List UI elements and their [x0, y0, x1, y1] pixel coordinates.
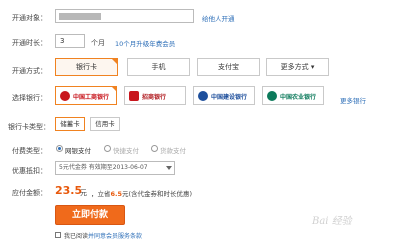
ccb-logo-icon — [198, 91, 208, 101]
cmb-logo-icon — [129, 91, 139, 101]
saving-suffix: 元(含代金券和时长优惠) — [122, 190, 193, 198]
bank-label: 选择银行： — [12, 94, 47, 102]
more-banks-link[interactable]: 更多银行 — [340, 95, 366, 105]
tab-bank-card-label: 银行卡 — [76, 63, 97, 71]
bank-option-ccb[interactable]: 中国建设银行 — [193, 86, 255, 105]
abc-logo-icon — [267, 91, 277, 101]
selected-corner-icon — [111, 86, 117, 92]
tab-bank-card[interactable]: 银行卡 — [55, 58, 118, 76]
saving-value: 6.5 — [110, 190, 123, 198]
tab-mobile-label: 手机 — [151, 63, 166, 71]
upgrade-annual-link[interactable]: 10个月升级年费会员 — [115, 38, 175, 48]
tab-alipay-label: 支付宝 — [218, 63, 239, 71]
bank-option-abc[interactable]: 中国农业银行 — [262, 86, 324, 105]
coupon-select[interactable]: 5元代金券 有效期至2013-06-07 — [55, 161, 175, 175]
pay-type-label: 付费类型： — [12, 147, 47, 155]
duration-label: 开通时长： — [12, 39, 47, 47]
quick-pay-radio[interactable] — [104, 145, 111, 152]
card-type-debit[interactable]: 储蓄卡 — [55, 117, 85, 131]
icbc-logo-icon — [60, 91, 70, 101]
months-unit: 个月 — [91, 39, 105, 47]
coupon-value: 5元代金券 有效期至2013-06-07 — [59, 164, 148, 171]
offline-pay-label: 货款支付 — [160, 147, 186, 155]
online-banking-label: 网银支付 — [65, 147, 91, 155]
card-type-credit[interactable]: 信用卡 — [90, 117, 120, 131]
watermark: Bai 经验 — [312, 216, 352, 227]
tab-alipay[interactable]: 支付宝 — [197, 58, 260, 76]
bank-name: 招商银行 — [142, 94, 167, 101]
months-input[interactable]: 3 — [55, 34, 85, 48]
amount-label: 应付金额： — [12, 189, 47, 197]
saving-prefix: ，立省 — [91, 190, 111, 198]
offline-pay-radio[interactable] — [151, 145, 158, 152]
card-type-label: 银行卡类型： — [8, 123, 50, 131]
tab-more-methods-label: 更多方式 ▾ — [280, 63, 315, 71]
agreement-prefix: 我已阅读 — [64, 233, 89, 240]
coupon-label: 优惠抵扣： — [12, 167, 47, 175]
tab-mobile[interactable]: 手机 — [127, 58, 190, 76]
online-banking-radio[interactable] — [56, 145, 63, 152]
tab-more-methods[interactable]: 更多方式 ▾ — [266, 58, 329, 76]
masked-account — [59, 13, 101, 20]
method-label: 开通方式： — [12, 67, 47, 75]
terms-link[interactable]: 并同意会员服务条款 — [88, 233, 142, 240]
quick-pay-label: 快捷支付 — [113, 147, 139, 155]
agreement-text: 我已阅读并同意会员服务条款 — [64, 231, 142, 240]
bank-name: 中国工商银行 — [73, 94, 110, 101]
gift-to-others-link[interactable]: 给他人开通 — [202, 13, 235, 23]
bank-name: 中国农业银行 — [280, 94, 317, 101]
pay-now-button[interactable]: 立即付款 — [55, 205, 125, 225]
target-account-field[interactable] — [55, 9, 194, 23]
saving-note: ，立省6.5元(含代金券和时长优惠) — [91, 188, 192, 198]
target-label: 开通对象： — [12, 14, 47, 22]
bank-option-cmb[interactable]: 招商银行 — [124, 86, 186, 105]
chevron-down-icon — [166, 166, 172, 170]
bank-option-icbc[interactable]: 中国工商银行 — [55, 86, 117, 105]
agreement-checkbox[interactable] — [55, 232, 61, 238]
bank-name: 中国建设银行 — [211, 94, 248, 101]
amount-unit: 元 — [80, 189, 87, 197]
amount-value: 23.5 — [55, 184, 83, 197]
selected-corner-icon — [111, 58, 118, 65]
